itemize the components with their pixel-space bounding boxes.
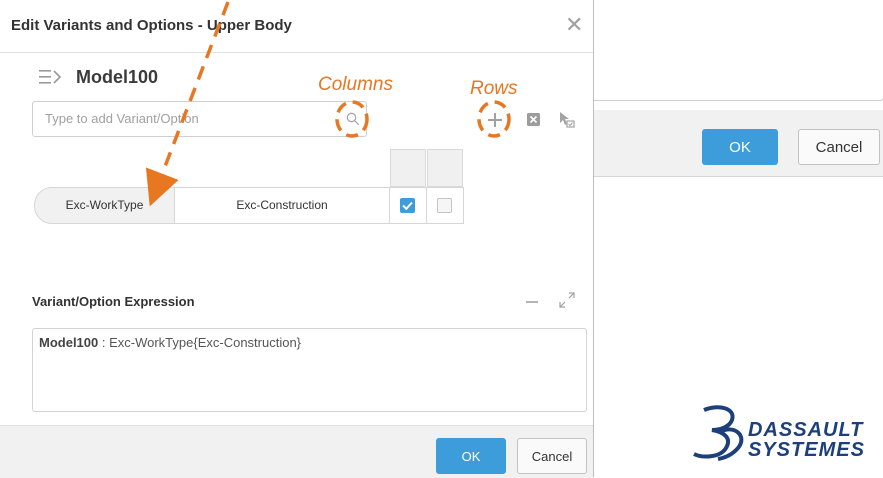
dassault-logo: DASSAULT SYSTEMES [690, 400, 880, 470]
columns-highlight-circle [335, 100, 369, 138]
rows-highlight-circle [477, 100, 511, 138]
columns-annotation: Columns [318, 74, 393, 95]
logo-text-line1: DASSAULT [748, 419, 864, 441]
annotation-arrow [145, 1, 230, 207]
logo-text-line2: SYSTEMES [748, 439, 865, 461]
rows-annotation: Rows [470, 78, 518, 99]
3ds-logo-icon [693, 405, 744, 461]
